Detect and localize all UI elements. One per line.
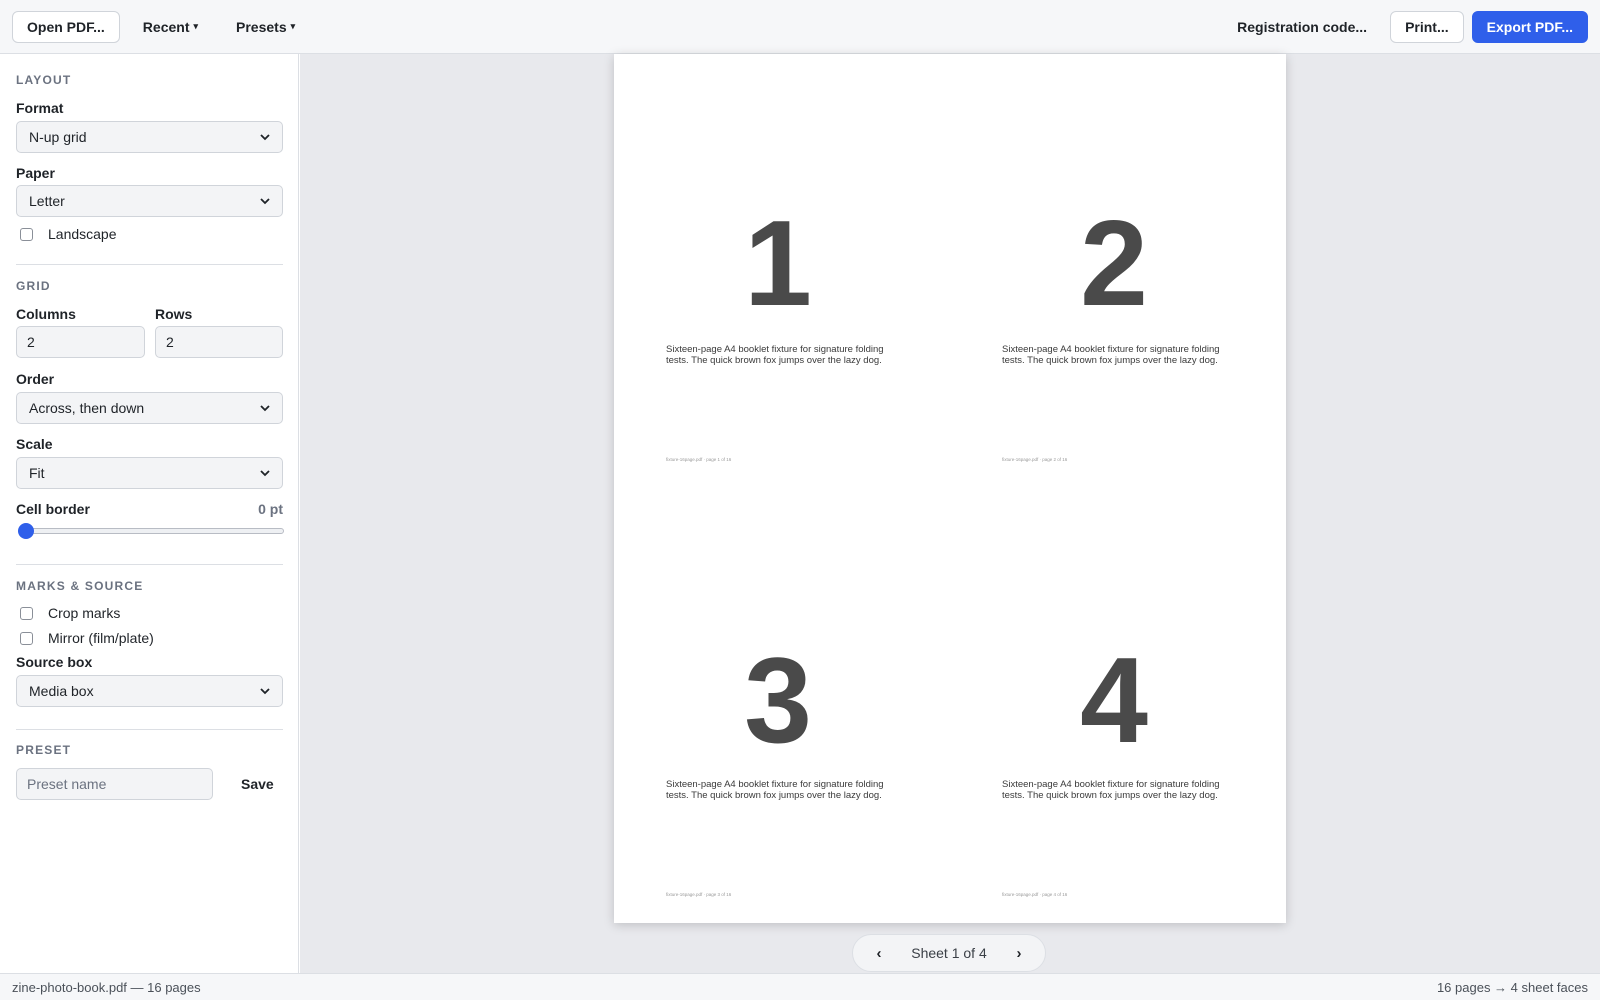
landscape-checkbox[interactable] [20,227,33,241]
source-box-label: Source box [16,654,93,670]
divider [16,564,283,565]
order-label: Order [16,371,55,387]
section-title-preset: PRESET [16,743,72,757]
crop-marks-checkbox[interactable] [20,606,33,620]
page-number: 2 [1080,195,1148,331]
divider [16,264,283,265]
page-body-text: Sixteen-page A4 booklet fixture for sign… [666,779,884,801]
page-body-text: Sixteen-page A4 booklet fixture for sign… [666,344,884,366]
presets-menu-label: Presets [236,18,287,35]
landscape-checkbox-row[interactable]: Landscape [16,226,117,242]
cell-border-slider-track[interactable] [18,528,284,534]
recent-menu-label: Recent [142,18,190,35]
format-select[interactable]: N-up grid [16,121,283,153]
status-sheet-summary: 16 pages → 4 sheet faces [1436,979,1588,995]
crop-marks-label: Crop marks [48,605,121,621]
preview-canvas: 1 Sixteen-page A4 booklet fixture for si… [300,54,1600,973]
caret-down-icon: ▾ [193,21,199,31]
crop-marks-checkbox-row[interactable]: Crop marks [16,605,120,621]
sheet-preview: 1 Sixteen-page A4 booklet fixture for si… [614,54,1286,923]
chevron-down-icon [260,405,270,412]
section-title-marks-source: MARKS & SOURCE [16,579,144,593]
paper-select[interactable]: Letter [16,185,283,217]
landscape-label: Landscape [48,226,117,242]
mirror-checkbox-row[interactable]: Mirror (film/plate) [16,630,154,646]
chevron-down-icon [260,198,270,205]
export-pdf-button[interactable]: Export PDF... [1471,10,1588,43]
rows-input-value: 2 [166,334,174,350]
open-pdf-button[interactable]: Open PDF... [12,10,120,43]
recent-menu-button[interactable]: Recent ▾ [128,11,213,43]
preset-name-input[interactable]: Preset name [16,768,213,800]
page-number: 4 [1080,632,1148,768]
format-label: Format [16,100,64,116]
cell-border-value: 0 pt [258,501,283,517]
grid-cell: 4 Sixteen-page A4 booklet fixture for si… [950,488,1286,923]
section-title-grid: GRID [16,279,51,293]
grid-cell: 2 Sixteen-page A4 booklet fixture for si… [950,54,1286,488]
settings-sidebar: LAYOUT Format N-up grid Paper Letter Lan… [0,54,299,973]
caret-down-icon: ▾ [290,21,296,31]
sheet-indicator: Sheet 1 of 4 [911,945,987,961]
prev-sheet-button[interactable]: ‹ [871,945,887,962]
paper-label: Paper [16,165,55,181]
rows-label: Rows [155,306,193,322]
page-footer-text: fixture-16page.pdf · page 2 of 16 [1002,457,1068,462]
columns-input-value: 2 [27,334,35,350]
print-button[interactable]: Print... [1390,10,1464,43]
columns-input[interactable]: 2 [16,326,145,358]
next-sheet-button[interactable]: › [1011,945,1027,962]
scale-select-value: Fit [29,465,45,481]
page-footer-text: fixture-16page.pdf · page 4 of 16 [1002,892,1068,897]
page-footer-text: fixture-16page.pdf · page 3 of 16 [666,892,732,897]
paper-select-value: Letter [29,193,65,209]
grid-cell: 1 Sixteen-page A4 booklet fixture for si… [614,54,950,488]
order-select[interactable]: Across, then down [16,392,283,424]
chevron-down-icon [260,688,270,695]
section-title-layout: LAYOUT [16,73,72,87]
mirror-label: Mirror (film/plate) [48,630,154,646]
page-number: 1 [744,195,812,331]
cell-border-slider-thumb[interactable] [18,523,34,539]
scale-select[interactable]: Fit [16,457,283,489]
save-preset-button[interactable]: Save [226,768,289,800]
mirror-checkbox[interactable] [20,631,33,645]
chevron-down-icon [260,134,270,141]
rows-input[interactable]: 2 [155,326,283,358]
source-box-select[interactable]: Media box [16,675,283,707]
page-footer-text: fixture-16page.pdf · page 1 of 16 [666,457,732,462]
page-number: 3 [744,632,812,768]
order-select-value: Across, then down [29,400,145,416]
status-file-info: zine-photo-book.pdf — 16 pages [12,979,201,995]
preset-name-placeholder: Preset name [27,776,107,792]
divider [16,729,283,730]
grid-cell: 3 Sixteen-page A4 booklet fixture for si… [614,488,950,923]
sheet-pager: ‹ Sheet 1 of 4 › [852,934,1046,972]
format-select-value: N-up grid [29,129,87,145]
toolbar: Open PDF... Recent ▾ Presets ▾ Registratio… [0,0,1600,54]
chevron-down-icon [260,470,270,477]
page-body-text: Sixteen-page A4 booklet fixture for sign… [1002,779,1220,801]
scale-label: Scale [16,436,53,452]
registration-code-button[interactable]: Registration code... [1222,11,1382,43]
source-box-select-value: Media box [29,683,94,699]
cell-border-label: Cell border [16,501,90,517]
presets-menu-button[interactable]: Presets ▾ [221,11,310,43]
page-body-text: Sixteen-page A4 booklet fixture for sign… [1002,344,1220,366]
columns-label: Columns [16,306,76,322]
status-bar: zine-photo-book.pdf — 16 pages 16 pages … [0,973,1600,1000]
